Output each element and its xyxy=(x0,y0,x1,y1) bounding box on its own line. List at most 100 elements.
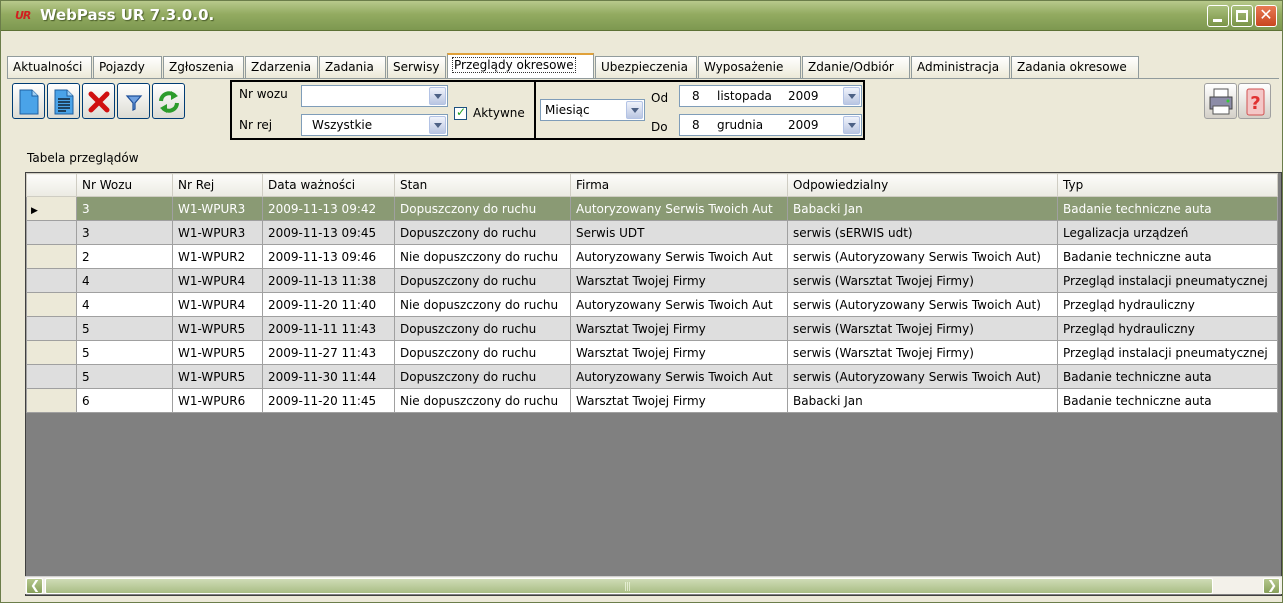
table-cell[interactable]: Dopuszczony do ruchu xyxy=(394,340,571,365)
tab-5[interactable]: Serwisy xyxy=(387,56,446,78)
table-cell[interactable]: serwis (Autoryzowany Serwis Twoich Aut) xyxy=(787,364,1058,389)
column-header[interactable]: Nr Rej xyxy=(172,173,263,197)
table-cell[interactable]: Nie dopuszczony do ruchu xyxy=(394,244,571,269)
table-cell[interactable]: Badanie techniczne auta xyxy=(1057,244,1278,269)
table-cell[interactable]: 3 xyxy=(76,220,173,245)
row-header[interactable] xyxy=(26,292,77,317)
row-header[interactable] xyxy=(26,388,77,413)
row-header[interactable] xyxy=(26,244,77,269)
chevron-down-icon[interactable] xyxy=(429,116,446,134)
table-cell[interactable]: Badanie techniczne auta xyxy=(1057,196,1278,221)
tab-6[interactable]: Przeglądy okresowe xyxy=(447,53,594,78)
print-button[interactable] xyxy=(1204,83,1237,119)
tab-2[interactable]: Zgłoszenia xyxy=(163,56,244,78)
table-cell[interactable]: 5 xyxy=(76,316,173,341)
table-cell[interactable]: Warsztat Twojej Firmy xyxy=(570,268,788,293)
help-button[interactable]: ? xyxy=(1238,83,1271,119)
row-header[interactable] xyxy=(26,364,77,389)
table-cell[interactable]: Babacki Jan xyxy=(787,196,1058,221)
table-cell[interactable]: Warsztat Twojej Firmy xyxy=(570,388,788,413)
column-header[interactable]: Typ xyxy=(1057,173,1278,197)
table-cell[interactable]: 2009-11-13 09:45 xyxy=(262,220,395,245)
table-row[interactable]: ▶ 3 W1-WPUR3 2009-11-13 09:42 Dopuszczony do… xyxy=(26,196,1278,221)
table-cell[interactable]: Przegląd hydrauliczny xyxy=(1057,316,1278,341)
table-cell[interactable]: Autoryzowany Serwis Twoich Aut xyxy=(570,364,788,389)
table-cell[interactable]: Dopuszczony do ruchu xyxy=(394,364,571,389)
table-cell[interactable]: serwis (Warsztat Twojej Firmy) xyxy=(787,268,1058,293)
table-cell[interactable]: 2009-11-13 09:42 xyxy=(262,196,395,221)
row-header[interactable] xyxy=(26,268,77,293)
table-cell[interactable]: Przegląd hydrauliczny xyxy=(1057,292,1278,317)
table-cell[interactable]: 5 xyxy=(76,340,173,365)
row-header[interactable] xyxy=(26,316,77,341)
table-cell[interactable]: Badanie techniczne auta xyxy=(1057,364,1278,389)
scrollbar-thumb[interactable]: ||| xyxy=(45,578,1213,594)
tab-3[interactable]: Zdarzenia xyxy=(245,56,318,78)
table-cell[interactable]: Warsztat Twojej Firmy xyxy=(570,316,788,341)
table-cell[interactable]: 2009-11-11 11:43 xyxy=(262,316,395,341)
period-select[interactable]: Miesiąc xyxy=(540,99,645,121)
table-cell[interactable]: 2 xyxy=(76,244,173,269)
column-header[interactable]: Data ważności xyxy=(262,173,395,197)
table-row[interactable]: 2 W1-WPUR2 2009-11-13 09:46 Nie dopuszczony… xyxy=(26,244,1278,269)
table-cell[interactable]: W1-WPUR2 xyxy=(172,244,263,269)
table-cell[interactable]: W1-WPUR3 xyxy=(172,196,263,221)
horizontal-scrollbar[interactable]: ❮ ||| ❯ xyxy=(25,576,1282,594)
table-cell[interactable]: 2009-11-13 11:38 xyxy=(262,268,395,293)
table-cell[interactable]: 4 xyxy=(76,268,173,293)
table-cell[interactable]: Badanie techniczne auta xyxy=(1057,388,1278,413)
table-row[interactable]: 3 W1-WPUR3 2009-11-13 09:45 Dopuszczony do … xyxy=(26,220,1278,245)
table-cell[interactable]: serwis (sERWIS udt) xyxy=(787,220,1058,245)
table-cell[interactable]: Legalizacja urządzeń xyxy=(1057,220,1278,245)
row-header[interactable] xyxy=(26,220,77,245)
table-cell[interactable]: serwis (Warsztat Twojej Firmy) xyxy=(787,316,1058,341)
table-cell[interactable]: W1-WPUR4 xyxy=(172,292,263,317)
row-header[interactable] xyxy=(26,340,77,365)
table-cell[interactable]: Przegląd instalacji pneumatycznej xyxy=(1057,268,1278,293)
table-cell[interactable]: Nie dopuszczony do ruchu xyxy=(394,292,571,317)
table-row[interactable]: 4 W1-WPUR4 2009-11-13 11:38 Dopuszczony do … xyxy=(26,268,1278,293)
do-date-picker[interactable]: 8 grudnia 2009 xyxy=(679,114,862,136)
table-cell[interactable]: W1-WPUR3 xyxy=(172,220,263,245)
chevron-down-icon[interactable] xyxy=(843,87,860,105)
table-cell[interactable]: 2009-11-20 11:40 xyxy=(262,292,395,317)
minimize-button[interactable] xyxy=(1207,5,1229,27)
row-header[interactable]: ▶ xyxy=(26,196,77,221)
table-row[interactable]: 5 W1-WPUR5 2009-11-11 11:43 Dopuszczony do … xyxy=(26,316,1278,341)
aktywne-checkbox[interactable] xyxy=(454,105,467,120)
table-cell[interactable]: Nie dopuszczony do ruchu xyxy=(394,388,571,413)
table-row[interactable]: 5 W1-WPUR5 2009-11-30 11:44 Dopuszczony do … xyxy=(26,364,1278,389)
tab-10[interactable]: Administracja xyxy=(911,56,1010,78)
table-row[interactable]: 6 W1-WPUR6 2009-11-20 11:45 Nie dopuszczony… xyxy=(26,388,1278,413)
scroll-left-button[interactable]: ❮ xyxy=(26,578,43,594)
refresh-button[interactable] xyxy=(152,83,185,119)
table-cell[interactable]: Dopuszczony do ruchu xyxy=(394,220,571,245)
column-header[interactable]: Firma xyxy=(570,173,788,197)
tab-0[interactable]: Aktualności xyxy=(7,56,92,78)
table-cell[interactable]: Dopuszczony do ruchu xyxy=(394,316,571,341)
table-cell[interactable]: W1-WPUR4 xyxy=(172,268,263,293)
new-button[interactable] xyxy=(12,83,45,119)
inspections-grid[interactable]: Nr Wozu Nr Rej Data ważności Stan Firma Odpow… xyxy=(25,172,1282,596)
table-cell[interactable]: W1-WPUR5 xyxy=(172,364,263,389)
delete-button[interactable] xyxy=(82,83,115,119)
column-header[interactable]: Odpowiedzialny xyxy=(787,173,1058,197)
table-cell[interactable]: Warsztat Twojej Firmy xyxy=(570,340,788,365)
nr-wozu-select[interactable] xyxy=(301,85,448,107)
table-cell[interactable]: 2009-11-20 11:45 xyxy=(262,388,395,413)
tab-8[interactable]: Wyposażenie xyxy=(698,56,801,78)
tab-1[interactable]: Pojazdy xyxy=(93,56,162,78)
table-cell[interactable]: W1-WPUR5 xyxy=(172,316,263,341)
nr-rej-select[interactable]: Wszystkie xyxy=(301,114,448,136)
table-cell[interactable]: W1-WPUR6 xyxy=(172,388,263,413)
table-cell[interactable]: 5 xyxy=(76,364,173,389)
table-cell[interactable]: 2009-11-30 11:44 xyxy=(262,364,395,389)
table-cell[interactable]: serwis (Autoryzowany Serwis Twoich Aut) xyxy=(787,244,1058,269)
table-cell[interactable]: 2009-11-27 11:43 xyxy=(262,340,395,365)
table-cell[interactable]: 4 xyxy=(76,292,173,317)
column-header[interactable]: Stan xyxy=(394,173,571,197)
table-cell[interactable]: serwis (Warsztat Twojej Firmy) xyxy=(787,340,1058,365)
close-button[interactable]: ✕ xyxy=(1255,5,1277,27)
table-cell[interactable]: Autoryzowany Serwis Twoich Aut xyxy=(570,244,788,269)
table-cell[interactable]: Dopuszczony do ruchu xyxy=(394,268,571,293)
